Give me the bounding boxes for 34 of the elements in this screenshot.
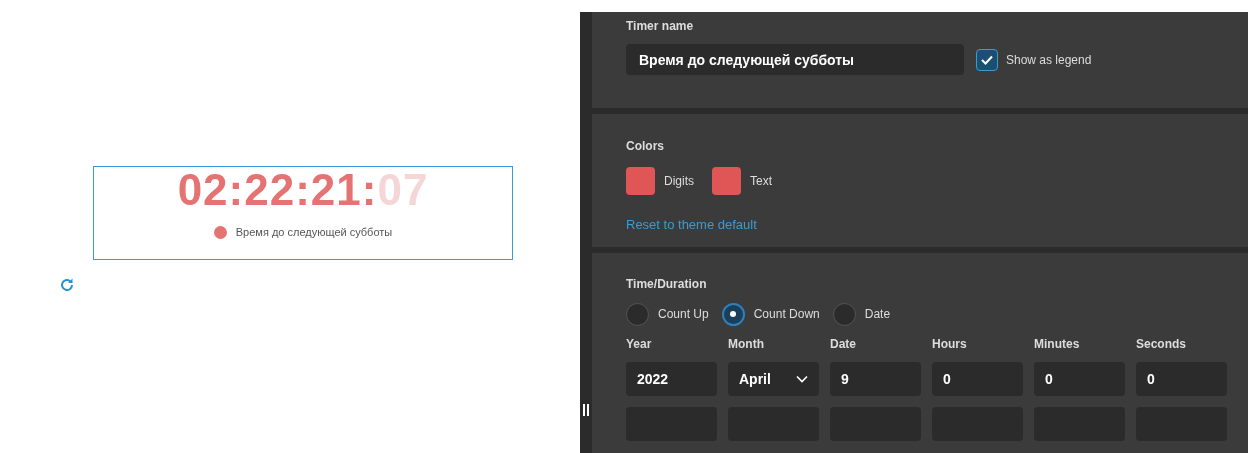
number-field[interactable]: 0 (1136, 362, 1227, 396)
timer-digits: 02:22:21: (177, 168, 378, 212)
timer-name-field[interactable]: Время до следующей субботы (626, 44, 964, 75)
radio-label: Count Down (753, 306, 820, 323)
month-dropdown[interactable]: April (728, 362, 819, 396)
field-label: Month (728, 336, 765, 353)
radio-button[interactable] (626, 302, 649, 326)
color-swatch[interactable] (712, 167, 741, 195)
radio-label: Date (864, 306, 891, 323)
section-label: Timer name (626, 18, 695, 35)
field-label: Seconds (1136, 336, 1187, 353)
radio-button[interactable] (832, 302, 856, 326)
number-field[interactable]: 0 (932, 362, 1023, 396)
swatch-label: Digits (664, 173, 694, 190)
checkbox[interactable] (976, 48, 998, 71)
number-field[interactable]: 0 (1034, 362, 1125, 396)
refresh-icon[interactable] (59, 277, 75, 293)
radio-button[interactable] (721, 302, 745, 326)
number-field[interactable]: 9 (830, 362, 921, 396)
chevron-down-icon (796, 375, 808, 383)
section-label: Colors (626, 138, 665, 155)
number-field[interactable]: 2022 (626, 362, 717, 396)
reset-link[interactable]: Reset to theme default (626, 215, 757, 235)
field-label: Date (830, 336, 857, 353)
color-swatch[interactable] (626, 167, 655, 195)
swatch-label: Text (750, 173, 773, 190)
radio-label: Count Up (658, 306, 709, 323)
field-label: Minutes (1034, 336, 1081, 353)
checkbox-label: Show as legend (1006, 51, 1092, 69)
field-label: Year (626, 336, 653, 353)
section-label: Time/Duration (626, 276, 708, 293)
legend-label: Время до следующей субботы (235, 225, 393, 240)
field-label: Hours (932, 336, 968, 353)
resize-handle-icon[interactable] (583, 404, 589, 416)
